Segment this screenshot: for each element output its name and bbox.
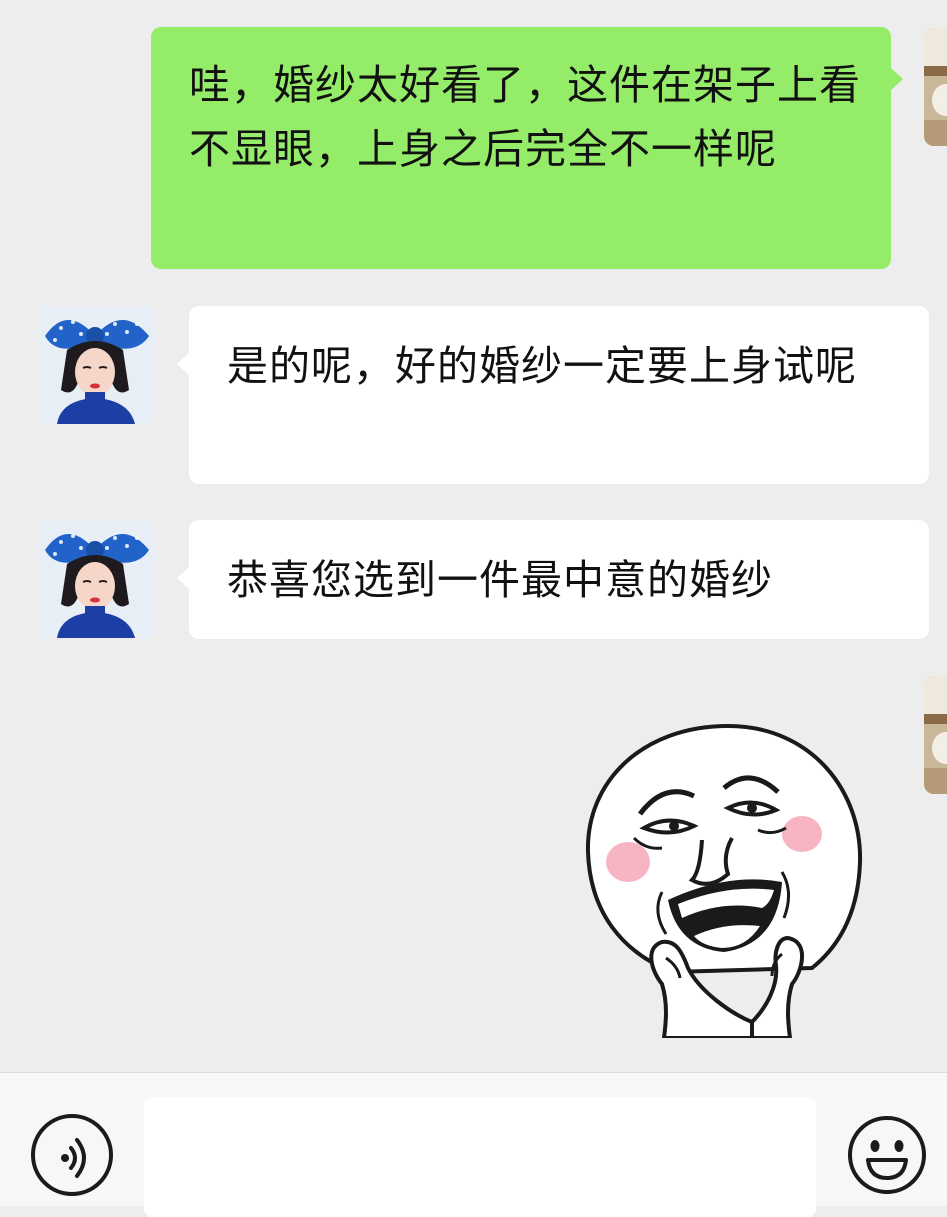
contact-avatar[interactable] bbox=[37, 520, 155, 638]
incoming-message-bubble[interactable]: 是的呢，好的婚纱一定要上身试呢 bbox=[177, 306, 929, 484]
message-input[interactable] bbox=[144, 1097, 816, 1217]
emoji-icon bbox=[848, 1116, 926, 1194]
chat-message-list[interactable]: 哇，婚纱太好看了，这件在架子上看不显眼，上身之后完全不一样呢 是的呢，好的婚纱一… bbox=[0, 0, 947, 1072]
my-avatar[interactable] bbox=[924, 28, 947, 146]
contact-avatar[interactable] bbox=[37, 306, 155, 424]
message-input-bar bbox=[0, 1072, 947, 1217]
outgoing-message-bubble[interactable]: 哇，婚纱太好看了，这件在架子上看不显眼，上身之后完全不一样呢 bbox=[151, 27, 903, 269]
voice-icon bbox=[61, 1138, 86, 1178]
voice-input-button[interactable] bbox=[31, 1114, 113, 1196]
my-avatar[interactable] bbox=[924, 676, 947, 794]
emoji-button[interactable] bbox=[846, 1114, 928, 1196]
laughing-face-sticker[interactable] bbox=[582, 722, 874, 1040]
incoming-message-bubble[interactable]: 恭喜您选到一件最中意的婚纱 bbox=[177, 520, 929, 639]
